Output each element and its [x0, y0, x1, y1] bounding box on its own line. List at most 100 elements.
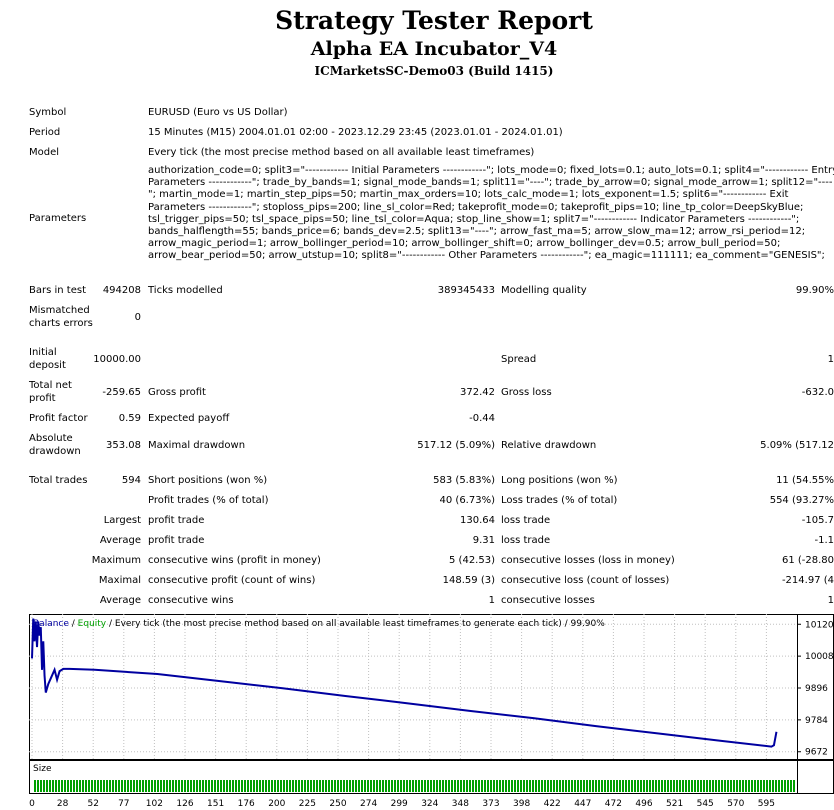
- size-bar: [781, 780, 783, 792]
- legend-description: / Every tick (the most precise method ba…: [106, 619, 605, 629]
- size-bar: [427, 780, 429, 792]
- size-bar: [382, 780, 384, 792]
- size-bar: [604, 780, 606, 792]
- ticks-label: Ticks modelled: [148, 285, 223, 296]
- size-bar: [373, 780, 375, 792]
- size-bar: [112, 780, 114, 792]
- x-tick-label: 0: [29, 799, 35, 809]
- size-bar: [562, 780, 564, 792]
- size-bar: [529, 780, 531, 792]
- size-bar: [211, 780, 213, 792]
- size-bar: [310, 780, 312, 792]
- size-bar: [160, 780, 162, 792]
- size-bar: [658, 780, 660, 792]
- size-bar: [148, 780, 150, 792]
- size-bar: [115, 780, 117, 792]
- size-bar: [538, 780, 540, 792]
- size-bar: [682, 780, 684, 792]
- grossprofit-value: 372.42: [460, 387, 495, 398]
- mismatched-value: 0: [134, 312, 141, 323]
- size-bar: [463, 780, 465, 792]
- size-bar: [121, 780, 123, 792]
- reldd-label: Relative drawdown: [501, 440, 597, 451]
- grossloss-label: Gross loss: [501, 387, 552, 398]
- size-bar: [688, 780, 690, 792]
- period-value: 15 Minutes (M15) 2004.01.01 02:00 - 2023…: [148, 127, 563, 138]
- trades-label: Total trades: [29, 475, 88, 486]
- size-bar: [607, 780, 609, 792]
- x-tick-label: 151: [207, 799, 224, 809]
- legend-equity: Equity: [78, 619, 107, 629]
- size-bar: [166, 780, 168, 792]
- parameters-value: authorization_code=0; split3="----------…: [148, 165, 834, 262]
- size-bar: [157, 780, 159, 792]
- size-bar: [709, 780, 711, 792]
- size-bar: [85, 780, 87, 792]
- size-bar: [595, 780, 597, 792]
- long-value: 11 (54.55%: [776, 475, 834, 486]
- trades-value: 594: [121, 475, 141, 486]
- size-bar: [214, 780, 216, 792]
- size-bar: [619, 780, 621, 792]
- size-bar: [37, 780, 39, 792]
- size-bar: [589, 780, 591, 792]
- size-bar: [754, 780, 756, 792]
- size-bar: [412, 780, 414, 792]
- size-bar: [715, 780, 717, 792]
- size-bar: [484, 780, 486, 792]
- size-bar: [151, 780, 153, 792]
- spread-value: 1: [827, 354, 834, 365]
- size-bar: [670, 780, 672, 792]
- average2-label: Average: [99, 595, 141, 606]
- largest-label: Largest: [103, 515, 141, 526]
- x-axis: 0 28 52 77 102 126 151 176 200 225 250 274 299 324 348…: [29, 799, 775, 809]
- maxdd-label: Maximal drawdown: [148, 440, 246, 451]
- size-bar: [493, 780, 495, 792]
- size-bar: [88, 780, 90, 792]
- size-bar: [130, 780, 132, 792]
- size-bar: [559, 780, 561, 792]
- size-bar: [487, 780, 489, 792]
- y-tick-label: 9672: [805, 748, 828, 758]
- ptrades-label: Profit trades (% of total): [148, 495, 269, 506]
- size-bar: [631, 780, 633, 792]
- size-bar: [406, 780, 408, 792]
- largest-profit-label: profit trade: [148, 515, 205, 526]
- max-cons-losses-value: 61 (-28.80: [781, 555, 834, 566]
- payoff-label: Expected payoff: [148, 413, 230, 424]
- size-bar: [232, 780, 234, 792]
- size-bar: [661, 780, 663, 792]
- size-bar: [241, 780, 243, 792]
- size-bar: [598, 780, 600, 792]
- symbol-value: EURUSD (Euro vs US Dollar): [148, 107, 288, 118]
- avg-cons-wins-value: 1: [488, 595, 495, 606]
- size-bar: [724, 780, 726, 792]
- size-bar: [637, 780, 639, 792]
- size-bar: [643, 780, 645, 792]
- quality-value: 99.90%: [795, 285, 834, 296]
- size-bar: [133, 780, 135, 792]
- size-bar: [421, 780, 423, 792]
- size-bar: [625, 780, 627, 792]
- size-bar: [70, 780, 72, 792]
- model-value: Every tick (the most precise method base…: [148, 147, 535, 158]
- size-bar: [349, 780, 351, 792]
- size-bar: [721, 780, 723, 792]
- x-tick-label: 250: [329, 799, 346, 809]
- size-bar: [469, 780, 471, 792]
- size-bar: [748, 780, 750, 792]
- max-cons-profit-value: 148.59 (3): [442, 575, 495, 586]
- size-bar: [439, 780, 441, 792]
- size-bar: [277, 780, 279, 792]
- size-bar: [94, 780, 96, 792]
- size-bar: [454, 780, 456, 792]
- size-bar: [190, 780, 192, 792]
- size-bar: [367, 780, 369, 792]
- size-bar: [253, 780, 255, 792]
- size-bar: [451, 780, 453, 792]
- size-bar: [733, 780, 735, 792]
- x-tick-label: 225: [299, 799, 316, 809]
- size-bar: [550, 780, 552, 792]
- size-bar: [568, 780, 570, 792]
- size-bar: [364, 780, 366, 792]
